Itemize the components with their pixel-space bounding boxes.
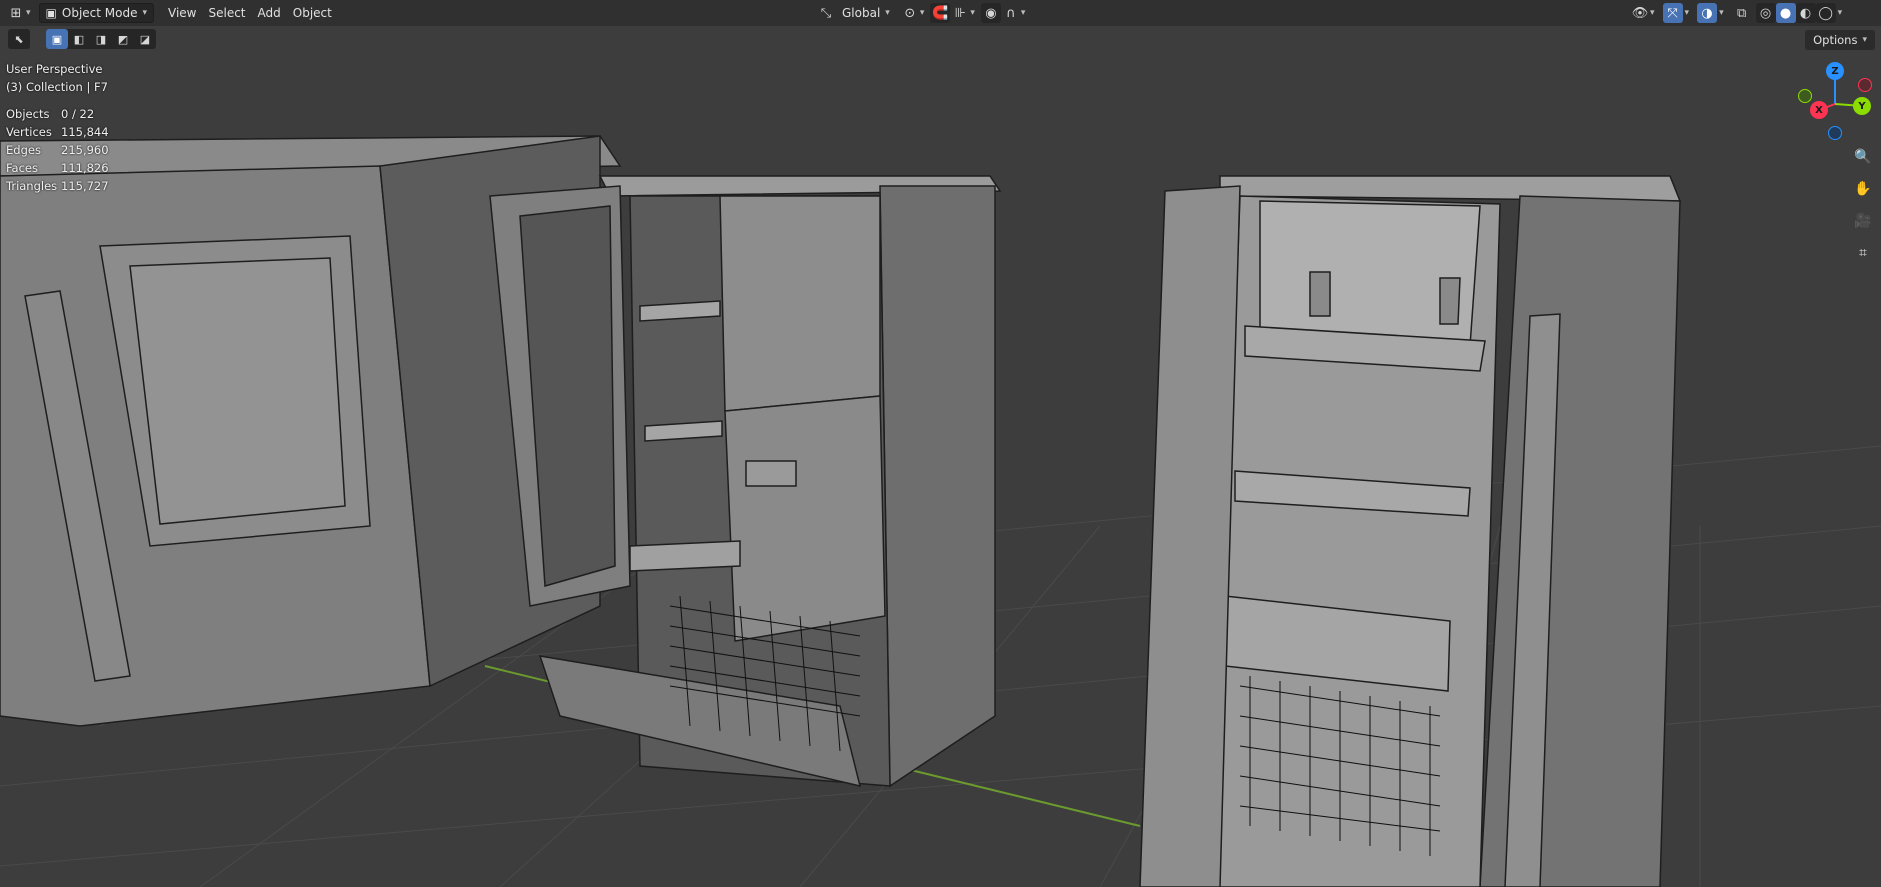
chevron-down-icon[interactable]: ▾: [1685, 8, 1690, 18]
viewport-3d[interactable]: [0, 26, 1881, 887]
neg-y-axis-icon[interactable]: [1798, 89, 1812, 103]
mode-selector[interactable]: ▣ Object Mode ▾: [38, 3, 154, 23]
eye-icon[interactable]: 👁: [1630, 3, 1650, 23]
stat-value: 215,960: [61, 143, 109, 157]
z-axis-icon[interactable]: Z: [1826, 62, 1844, 80]
stat-label: Vertices: [6, 125, 52, 139]
menu-object[interactable]: Object: [287, 3, 338, 23]
stat-row: Faces 111,826: [6, 159, 109, 177]
orientation-icon: ⤡: [820, 5, 832, 21]
collection-label: (3) Collection | F7: [6, 80, 108, 94]
mode-label: Object Mode: [61, 6, 138, 20]
neg-x-axis-icon[interactable]: [1858, 78, 1872, 92]
navigation-gizmo[interactable]: Z Y X: [1795, 62, 1875, 142]
select-invert-icon[interactable]: ◩: [112, 29, 134, 49]
orientation-selector[interactable]: Global ▾: [836, 3, 896, 23]
chevron-down-icon: ▾: [885, 8, 890, 18]
chevron-down-icon: ▾: [142, 8, 147, 18]
camera-icon[interactable]: 🎥: [1850, 208, 1876, 234]
x-axis-icon[interactable]: X: [1810, 101, 1828, 119]
chevron-down-icon[interactable]: ▾: [1021, 8, 1026, 18]
stat-value: 115,844: [61, 125, 109, 139]
chevron-down-icon: ▾: [1862, 35, 1867, 45]
gizmo-icon[interactable]: ⤧: [1662, 3, 1683, 23]
viewport-info: User Perspective (3) Collection | F7: [6, 60, 108, 96]
falloff-icon[interactable]: ∩: [1001, 3, 1021, 23]
zoom-icon[interactable]: 🔍: [1850, 144, 1876, 170]
chevron-down-icon[interactable]: ▾: [970, 8, 975, 18]
chevron-down-icon[interactable]: ▾: [1719, 8, 1724, 18]
right-fridge: [1139, 175, 1682, 887]
solid-icon[interactable]: ●: [1775, 3, 1796, 23]
menu-add[interactable]: Add: [252, 3, 287, 23]
hand-pan-icon[interactable]: ✋: [1850, 176, 1876, 202]
stat-row: Triangles 115,727: [6, 177, 109, 195]
stat-label: Objects: [6, 107, 50, 121]
stat-row: Objects 0 / 22: [6, 105, 109, 123]
overlays-icon[interactable]: ◑: [1697, 3, 1718, 23]
tool-row: ⬉ ▣ ◧ ◨ ◩ ◪: [0, 26, 156, 52]
chevron-down-icon[interactable]: ▾: [26, 8, 31, 18]
select-extend-icon[interactable]: ◧: [68, 29, 90, 49]
orientation-label: Global: [842, 6, 881, 20]
object-mode-icon: ▣: [45, 6, 57, 20]
material-icon[interactable]: ◐: [1795, 3, 1816, 23]
chevron-down-icon[interactable]: ▾: [920, 8, 925, 18]
select-intersect-icon[interactable]: ◪: [134, 29, 156, 49]
snap-target-icon[interactable]: ⊪: [950, 3, 970, 23]
selection-mode-group: ▣ ◧ ◨ ◩ ◪: [46, 29, 156, 49]
menu-view[interactable]: View: [162, 3, 202, 23]
stat-label: Triangles: [6, 179, 58, 193]
view-name: User Perspective: [6, 62, 103, 76]
stat-value: 0 / 22: [61, 107, 95, 121]
stat-label: Edges: [6, 143, 41, 157]
y-axis-icon[interactable]: Y: [1853, 97, 1871, 115]
neg-z-axis-icon[interactable]: [1828, 126, 1842, 140]
rendered-icon[interactable]: ◯: [1815, 3, 1836, 23]
proportional-edit-icon[interactable]: ◉: [980, 3, 1001, 23]
chevron-down-icon[interactable]: ▾: [1650, 8, 1655, 18]
options-label: Options: [1813, 33, 1858, 47]
select-tool-icon[interactable]: ⬉: [8, 29, 30, 49]
navigation-tools: 🔍 ✋ 🎥 ⌗: [1850, 144, 1876, 266]
snap-icon[interactable]: 🧲: [930, 3, 951, 23]
select-new-icon[interactable]: ▣: [46, 29, 68, 49]
editor-type-icon[interactable]: ⊞: [6, 3, 26, 23]
stat-row: Edges 215,960: [6, 141, 109, 159]
options-button[interactable]: Options ▾: [1805, 30, 1875, 50]
stat-value: 111,826: [61, 161, 109, 175]
pivot-icon[interactable]: ⊙: [900, 3, 920, 23]
xray-icon[interactable]: ⧉: [1732, 3, 1752, 23]
select-subtract-icon[interactable]: ◨: [90, 29, 112, 49]
stat-value: 115,727: [61, 179, 109, 193]
middle-fridge: [489, 175, 1002, 788]
chevron-down-icon[interactable]: ▾: [1838, 8, 1843, 18]
stat-row: Vertices 115,844: [6, 123, 109, 141]
wireframe-icon[interactable]: ◎: [1755, 3, 1776, 23]
stat-label: Faces: [6, 161, 38, 175]
header-bar: ⊞ ▾ ▣ Object Mode ▾ View Select Add Obje…: [0, 0, 1881, 26]
menu-select[interactable]: Select: [202, 3, 251, 23]
scene-statistics: Objects 0 / 22 Vertices 115,844 Edges 215,9…: [6, 105, 109, 195]
grid-view-icon[interactable]: ⌗: [1850, 240, 1876, 266]
